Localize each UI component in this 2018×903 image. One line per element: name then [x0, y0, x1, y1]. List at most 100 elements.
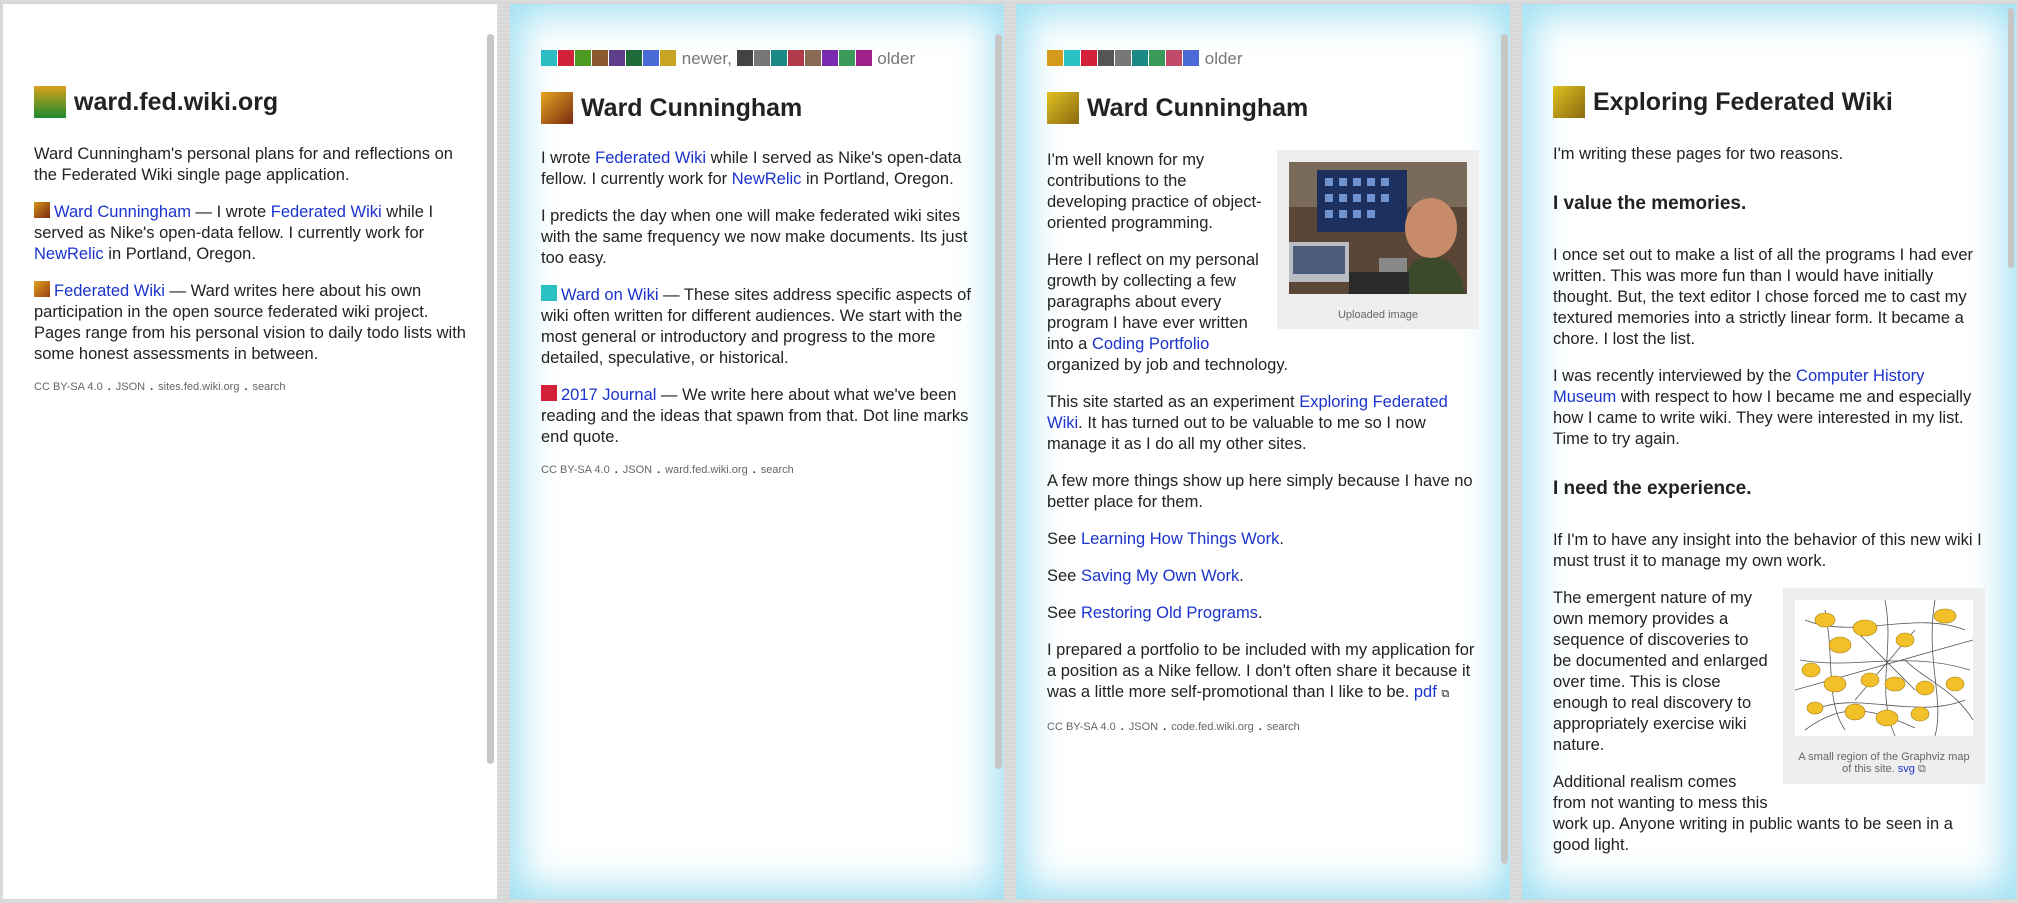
twin-favicon[interactable]	[1115, 50, 1131, 66]
reference-item: Ward Cunningham — I wrote Federated Wiki…	[34, 202, 434, 263]
twin-favicon[interactable]	[1064, 50, 1080, 66]
twin-favicon[interactable]	[1098, 50, 1114, 66]
search-link[interactable]: search	[761, 464, 794, 476]
internal-link[interactable]: Restoring Old Programs	[1081, 604, 1258, 622]
page-footer: CC BY-SA 4.0. JSON. code.fed.wiki.org. sear…	[1047, 721, 1300, 733]
image-item[interactable]: Uploaded image	[1277, 150, 1479, 329]
paragraph: I was recently interviewed by the Comput…	[1553, 367, 1972, 448]
wiki-page-ward: newer, older Ward Cunningham I wrote Fed…	[510, 4, 1004, 899]
wiki-page-exploring: Exploring Federated Wiki I'm writing the…	[1522, 4, 2016, 899]
twins-bar: newer, older	[541, 4, 973, 75]
internal-link[interactable]: Learning How Things Work	[1081, 530, 1279, 548]
paragraph: Additional realism comes from not wantin…	[1553, 773, 1953, 854]
twin-favicon[interactable]	[541, 50, 557, 66]
site-link[interactable]: ward.fed.wiki.org	[665, 464, 748, 476]
twin-favicon[interactable]	[626, 50, 642, 66]
json-link[interactable]: JSON	[1129, 721, 1158, 733]
paragraph: A few more things show up here simply be…	[1047, 472, 1473, 511]
wiki-page-code: older Ward Cunningham Uploaded image I'm…	[1016, 4, 1510, 899]
favicon-icon[interactable]	[34, 281, 50, 297]
image-caption: Uploaded image	[1337, 309, 1419, 321]
page-title-text: Ward Cunningham	[581, 93, 803, 122]
internal-link[interactable]: Federated Wiki	[595, 149, 706, 167]
twin-favicon[interactable]	[1166, 50, 1182, 66]
paragraph: See Learning How Things Work.	[1047, 530, 1284, 548]
twin-favicon[interactable]	[821, 50, 838, 66]
page-title: Exploring Federated Wiki	[1553, 86, 1985, 118]
license-link[interactable]: CC BY-SA 4.0	[34, 381, 103, 393]
page-footer: CC BY-SA 4.0. JSON. ward.fed.wiki.org. sear…	[541, 464, 794, 476]
internal-link[interactable]: Federated Wiki	[271, 203, 382, 221]
twin-favicon[interactable]	[660, 50, 676, 66]
reference-link[interactable]: Federated Wiki	[54, 282, 165, 300]
pdf-link[interactable]: pdf	[1414, 683, 1437, 701]
twin-favicon[interactable]	[1047, 50, 1063, 66]
reference-link[interactable]: 2017 Journal	[561, 386, 656, 404]
page-title: Ward Cunningham	[1047, 92, 1479, 124]
twin-favicon[interactable]	[770, 50, 787, 66]
twin-favicon[interactable]	[575, 50, 591, 66]
page-footer: CC BY-SA 4.0. JSON. sites.fed.wiki.org. sea…	[34, 381, 286, 393]
paragraph: If I'm to have any insight into the beha…	[1553, 531, 1982, 570]
twin-favicon[interactable]	[1132, 50, 1148, 66]
internal-link[interactable]: Saving My Own Work	[1081, 567, 1239, 585]
reference-item: Ward on Wiki — These sites address speci…	[541, 285, 971, 367]
older-label: older	[877, 49, 916, 68]
favicon-icon[interactable]	[1553, 86, 1585, 118]
twin-favicon[interactable]	[1149, 50, 1165, 66]
favicon-icon[interactable]	[34, 86, 66, 118]
page-title-text: Ward Cunningham	[1087, 93, 1309, 122]
license-link[interactable]: CC BY-SA 4.0	[1047, 721, 1116, 733]
twin-favicon[interactable]	[838, 50, 855, 66]
external-link-icon: ⧉	[1917, 763, 1926, 775]
page-title: Ward Cunningham	[541, 92, 973, 124]
reference-link[interactable]: Ward Cunningham	[54, 203, 191, 221]
section-heading: I value the memories.	[1553, 193, 1747, 214]
twin-favicon[interactable]	[736, 50, 753, 66]
internal-link[interactable]: NewRelic	[732, 170, 802, 188]
external-link-icon: ⧉	[1441, 688, 1450, 700]
favicon-icon[interactable]	[1047, 92, 1079, 124]
favicon-icon[interactable]	[541, 285, 557, 301]
search-link[interactable]: search	[253, 381, 286, 393]
scrollbar[interactable]	[995, 34, 1002, 769]
twin-favicon[interactable]	[643, 50, 659, 66]
twin-favicon[interactable]	[1183, 50, 1199, 66]
twin-favicon[interactable]	[592, 50, 608, 66]
paragraph: I predicts the day when one will make fe…	[541, 207, 968, 267]
favicon-icon[interactable]	[541, 385, 557, 401]
image-item[interactable]: A small region of the Graphviz map of th…	[1783, 588, 1985, 784]
scrollbar[interactable]	[2008, 8, 2014, 268]
favicon-icon[interactable]	[34, 202, 50, 218]
reference-item: Federated Wiki — Ward writes here about …	[34, 281, 466, 363]
twin-favicon[interactable]	[1081, 50, 1097, 66]
twin-favicon[interactable]	[558, 50, 574, 66]
json-link[interactable]: JSON	[116, 381, 145, 393]
page-title-text: ward.fed.wiki.org	[74, 87, 279, 116]
photo-image	[1289, 162, 1467, 294]
internal-link[interactable]: Coding Portfolio	[1092, 335, 1209, 353]
reference-link[interactable]: Ward on Wiki	[561, 286, 659, 304]
scrollbar[interactable]	[1501, 34, 1508, 864]
paragraph: See Restoring Old Programs.	[1047, 604, 1263, 622]
svg-link[interactable]: svg	[1898, 763, 1915, 775]
json-link[interactable]: JSON	[623, 464, 652, 476]
twin-favicon[interactable]	[609, 50, 625, 66]
paragraph: This site started as an experiment Explo…	[1047, 393, 1448, 453]
twin-favicon[interactable]	[855, 50, 872, 66]
older-label: older	[1204, 49, 1243, 68]
twin-favicon[interactable]	[753, 50, 770, 66]
site-link[interactable]: code.fed.wiki.org	[1171, 721, 1254, 733]
site-link[interactable]: sites.fed.wiki.org	[158, 381, 239, 393]
internal-link[interactable]: NewRelic	[34, 245, 104, 263]
paragraph: Ward Cunningham's personal plans for and…	[34, 145, 453, 184]
newer-label: newer,	[681, 49, 732, 68]
twin-favicon[interactable]	[804, 50, 821, 66]
license-link[interactable]: CC BY-SA 4.0	[541, 464, 610, 476]
twin-favicon[interactable]	[787, 50, 804, 66]
favicon-icon[interactable]	[541, 92, 573, 124]
search-link[interactable]: search	[1267, 721, 1300, 733]
scrollbar[interactable]	[487, 34, 494, 764]
paragraph: I prepared a portfolio to be included wi…	[1047, 641, 1475, 701]
page-title: ward.fed.wiki.org	[34, 86, 466, 118]
